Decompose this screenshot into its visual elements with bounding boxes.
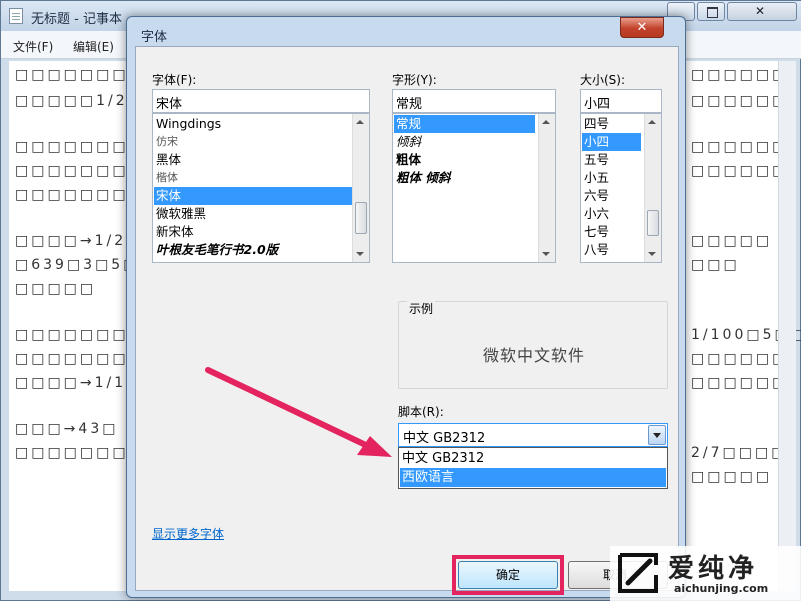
watermark-url: aichunjing.com [674, 582, 769, 595]
watermark-logo: 爱纯净 aichunjing.com [610, 546, 801, 601]
logo-icon [618, 553, 658, 593]
annotation-arrow-icon [205, 367, 392, 457]
watermark-brand: 爱纯净 [668, 554, 759, 584]
